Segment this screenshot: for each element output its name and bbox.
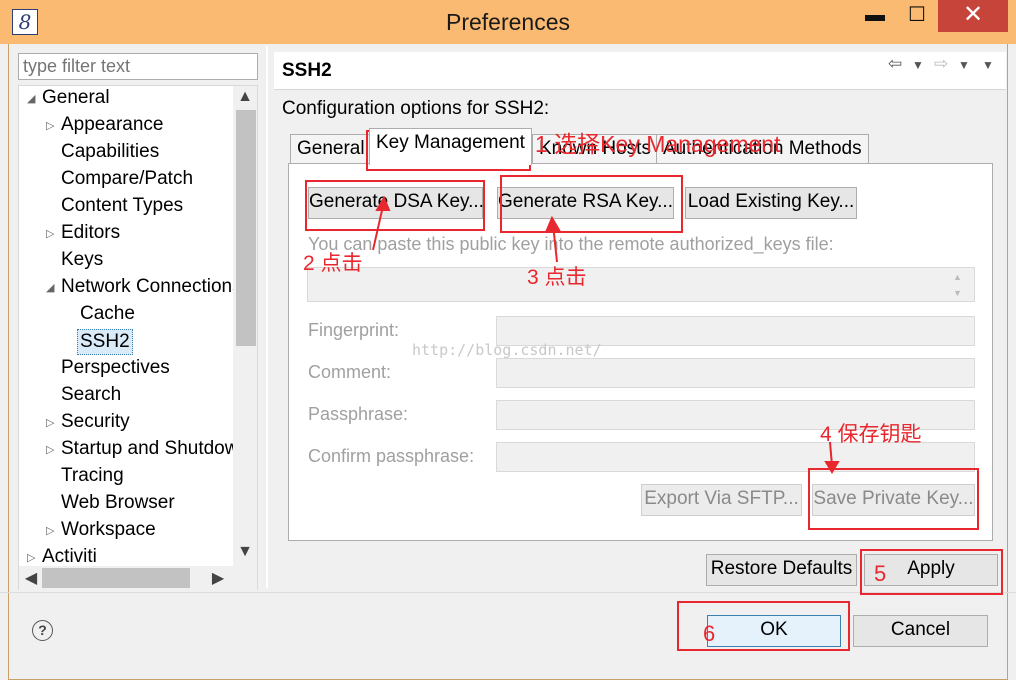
annotation-arrows: [372, 195, 840, 474]
arrow-2: [372, 205, 384, 251]
tab-key-management[interactable]: Key Management: [369, 128, 532, 165]
